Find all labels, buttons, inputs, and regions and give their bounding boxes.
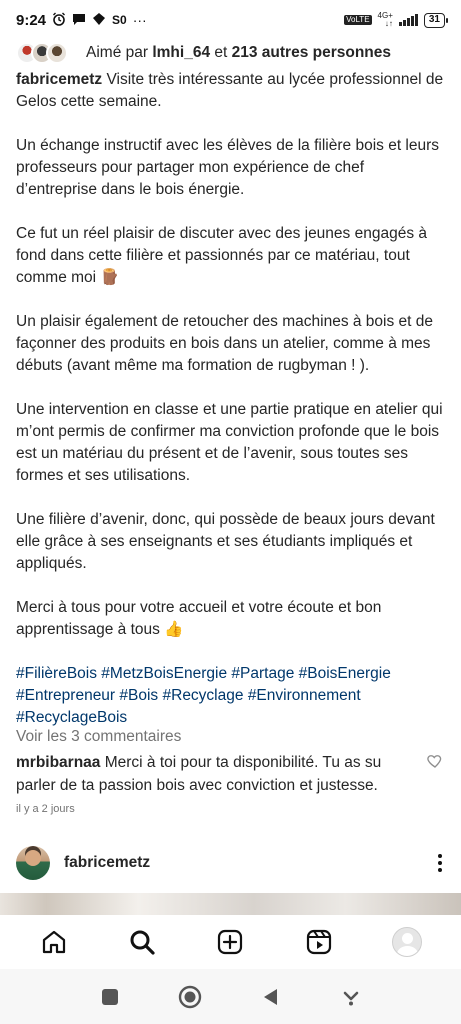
post-timestamp: il y a 2 jours [16, 803, 75, 815]
author-username[interactable]: fabricemetz [64, 854, 150, 872]
recents-button[interactable] [95, 982, 125, 1012]
network-type: 4G+ ↓↑ [377, 11, 393, 28]
hashtag-link[interactable]: #FilièreBois [16, 665, 97, 682]
comment-username[interactable]: mrbibarnaa [16, 754, 100, 771]
back-button[interactable] [256, 982, 286, 1012]
battery-level: 31 [428, 13, 440, 25]
status-bar: 9:24 S0 ··· VoLTE 4G+ ↓↑ 31 [0, 0, 461, 40]
reels-icon[interactable] [297, 920, 341, 964]
hashtag-link[interactable]: #RecyclageBois [16, 709, 127, 726]
caption-paragraph: Un plaisir également de retoucher des ma… [16, 313, 434, 374]
search-icon[interactable] [120, 920, 164, 964]
caption-username[interactable]: fabricemetz [16, 71, 102, 88]
likes-text: Aimé par lmhi_64 et 213 autres personnes [86, 44, 392, 61]
author-avatar[interactable] [16, 846, 50, 880]
caption-paragraph: Une intervention en classe et une partie… [16, 401, 443, 484]
post-image-preview[interactable] [0, 893, 461, 915]
status-time: 9:24 [16, 11, 47, 29]
app-notification-icon: S0 [112, 13, 127, 27]
bottom-navigation [0, 915, 461, 969]
next-post-header: fabricemetz [16, 843, 446, 883]
liker-avatar [46, 42, 68, 64]
battery-icon: 31 [423, 12, 449, 28]
volte-badge: VoLTE [344, 15, 372, 25]
hashtag-link[interactable]: #Bois [119, 687, 158, 704]
other-likers[interactable]: 213 autres personnes [232, 44, 391, 61]
hashtags: #FilièreBois #MetzBoisEnergie #Partage #… [16, 663, 448, 729]
profile-avatar[interactable] [385, 920, 429, 964]
hashtag-link[interactable]: #Partage [231, 665, 294, 682]
liker-username[interactable]: lmhi_64 [152, 44, 210, 61]
chat-bubble-icon [72, 12, 86, 28]
home-icon[interactable] [32, 920, 76, 964]
home-button[interactable] [175, 982, 205, 1012]
caption-paragraph: fabricemetz Visite très intéressante au … [16, 71, 444, 110]
hashtag-link[interactable]: #Entrepreneur [16, 687, 115, 704]
hashtag-link[interactable]: #Recyclage [163, 687, 244, 704]
caption-paragraph: Ce fut un réel plaisir de discuter avec … [16, 225, 427, 286]
view-comments-link[interactable]: Voir les 3 commentaires [16, 728, 181, 746]
alarm-icon [52, 12, 66, 28]
liker-avatars [16, 42, 74, 64]
comment: mrbibarnaa Merci à toi pour ta disponibi… [16, 751, 416, 797]
caption-paragraph: Merci à tous pour votre accueil et votre… [16, 599, 382, 638]
caption-paragraph: Un échange instructif avec les élèves de… [16, 137, 440, 198]
signal-icon [398, 14, 418, 26]
hashtag-link[interactable]: #MetzBoisEnergie [101, 665, 227, 682]
hashtag-link[interactable]: #BoisEnergie [299, 665, 391, 682]
notification-icon [92, 12, 106, 28]
assistant-button[interactable] [336, 982, 366, 1012]
caption-paragraph: Une filière d’avenir, donc, qui possède … [16, 511, 435, 572]
system-navigation [0, 969, 461, 1024]
post-caption: fabricemetz Visite très intéressante au … [16, 69, 448, 729]
like-comment-heart-icon[interactable] [426, 752, 444, 770]
create-icon[interactable] [208, 920, 252, 964]
more-notifications-icon: ··· [132, 12, 147, 28]
likes-row[interactable]: Aimé par lmhi_64 et 213 autres personnes [16, 42, 391, 64]
hashtag-link[interactable]: #Environnement [248, 687, 361, 704]
more-options-icon[interactable] [434, 848, 446, 878]
